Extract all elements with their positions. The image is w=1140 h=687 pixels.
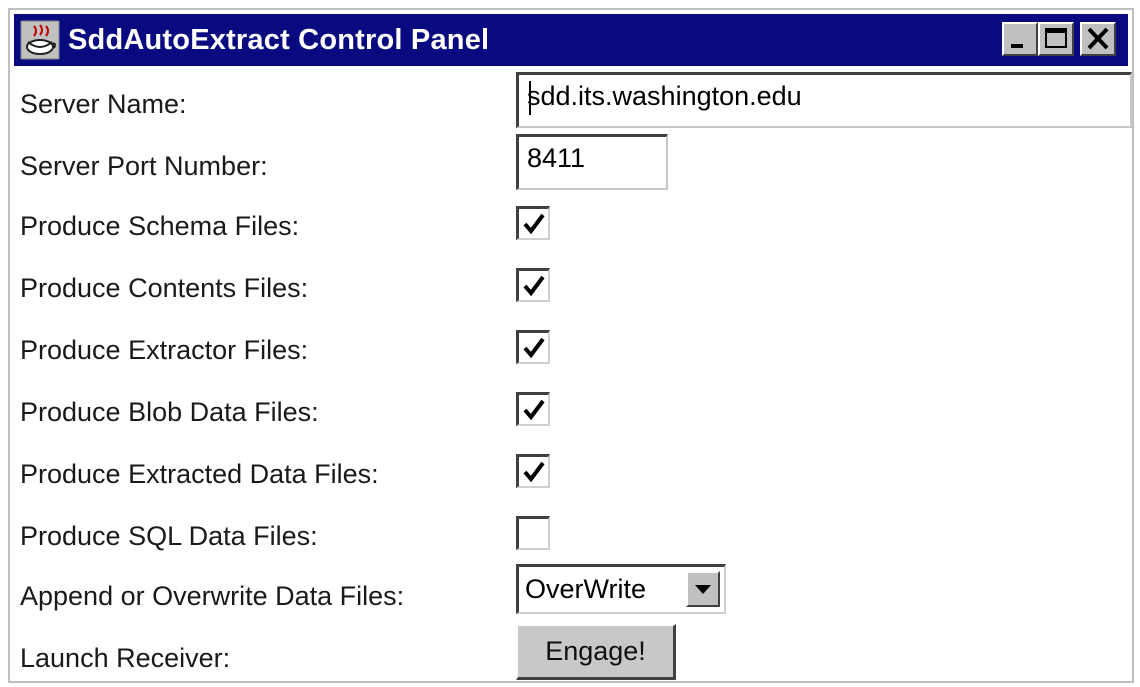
text-caret [529, 81, 531, 115]
produce-blob-checkbox[interactable] [516, 392, 550, 426]
server-name-value: sdd.its.washington.edu [527, 81, 802, 111]
chevron-down-icon [695, 585, 711, 594]
close-icon [1087, 27, 1109, 50]
minimize-button[interactable] [1002, 22, 1038, 56]
maximize-icon [1045, 28, 1067, 48]
java-cup-icon [20, 20, 60, 60]
produce-contents-checkbox[interactable] [516, 268, 550, 302]
close-button[interactable] [1080, 22, 1116, 56]
engage-button[interactable]: Engage! [516, 624, 676, 680]
window-title: SddAutoExtract Control Panel [68, 24, 490, 56]
checkmark-icon [523, 337, 545, 359]
server-name-label: Server Name: [20, 89, 187, 119]
append-mode-label: Append or Overwrite Data Files: [20, 581, 405, 611]
produce-sql-checkbox[interactable] [516, 516, 550, 550]
produce-extractor-checkbox[interactable] [516, 330, 550, 364]
produce-extracted-checkbox[interactable] [516, 454, 550, 488]
append-mode-value: OverWrite [525, 574, 647, 604]
maximize-button[interactable] [1038, 22, 1074, 56]
server-port-label: Server Port Number: [20, 151, 268, 181]
append-mode-select[interactable]: OverWrite [516, 564, 726, 614]
server-port-input[interactable]: 8411 [516, 134, 668, 190]
produce-extracted-label: Produce Extracted Data Files: [20, 459, 379, 489]
launch-receiver-label: Launch Receiver: [20, 643, 231, 673]
checkmark-icon [523, 399, 545, 421]
control-panel-window: SddAutoExtract Control Panel Server Name… [8, 8, 1134, 683]
checkmark-icon [523, 275, 545, 297]
produce-schema-checkbox[interactable] [516, 206, 550, 240]
produce-contents-label: Produce Contents Files: [20, 273, 309, 303]
produce-schema-label: Produce Schema Files: [20, 211, 300, 241]
checkmark-icon [523, 461, 545, 483]
produce-sql-label: Produce SQL Data Files: [20, 521, 318, 551]
dropdown-arrow-button[interactable] [686, 571, 720, 607]
minimize-icon [1011, 44, 1023, 48]
server-name-input[interactable]: sdd.its.washington.edu [516, 72, 1132, 128]
produce-blob-label: Produce Blob Data Files: [20, 397, 319, 427]
produce-extractor-label: Produce Extractor Files: [20, 335, 309, 365]
title-bar[interactable]: SddAutoExtract Control Panel [14, 14, 1128, 66]
checkmark-icon [523, 213, 545, 235]
server-port-value: 8411 [527, 143, 586, 173]
